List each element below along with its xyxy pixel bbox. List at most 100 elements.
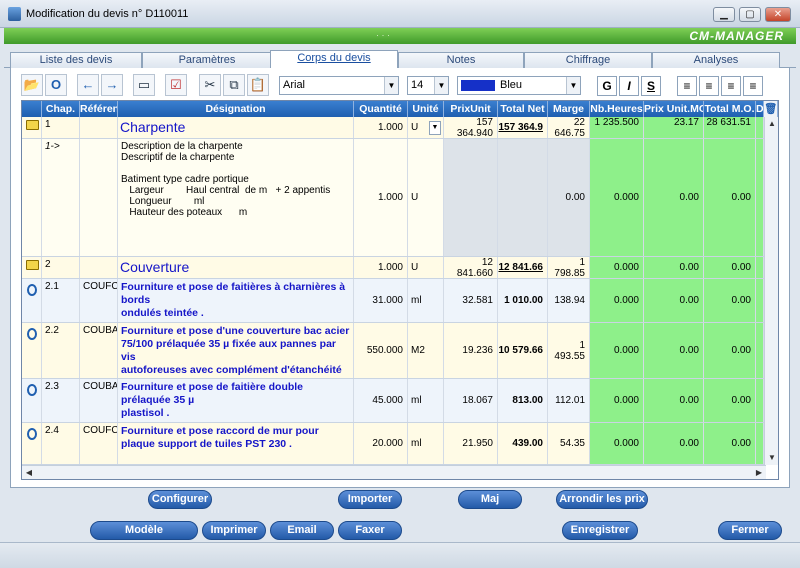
window-icon[interactable]: ▭	[133, 74, 155, 96]
unite-cell[interactable]: U ▼	[408, 117, 444, 138]
scroll-up-icon[interactable]: ▲	[765, 117, 778, 131]
totalmo-cell: 28 631.51	[704, 117, 756, 138]
designation-cell[interactable]: Fourniture et pose de faitières à charni…	[118, 279, 354, 322]
designation-cell[interactable]: Fourniture et pose d'une couverture bac …	[118, 323, 354, 378]
align-right-icon[interactable]: ≡	[721, 76, 741, 96]
totalnet-cell: 10 579.66	[498, 323, 548, 378]
totalmo-cell: 0.00	[704, 279, 756, 322]
align-left-icon[interactable]: ≡	[677, 76, 697, 96]
paste-icon[interactable]: 📋	[247, 74, 269, 96]
tab-analyses[interactable]: Analyses	[652, 52, 780, 68]
align-justify-icon[interactable]: ≡	[743, 76, 763, 96]
align-center-icon[interactable]: ≡	[699, 76, 719, 96]
designation-cell[interactable]: Couverture	[118, 257, 354, 278]
faxer-button[interactable]: Faxer	[338, 521, 402, 540]
fermer-button[interactable]: Fermer	[718, 521, 782, 540]
table-row[interactable]: 1-> Description de la charpente Descripti…	[22, 139, 764, 257]
open-folder-icon[interactable]: 📂	[21, 74, 43, 96]
modele-impression-button[interactable]: Modèle d'impression	[90, 521, 198, 553]
horizontal-scrollbar[interactable]: ◀ ▶	[22, 465, 766, 479]
item-line: Fourniture et pose de faitières à charni…	[121, 281, 346, 306]
desc-line	[121, 163, 350, 174]
col-header-ref[interactable]: Référen	[80, 101, 118, 117]
col-header-prixunitmo[interactable]: Prix Unit.MO	[644, 101, 704, 117]
chevron-down-icon[interactable]: ▼	[429, 121, 441, 135]
close-window-button[interactable]: ✕	[765, 7, 791, 22]
maj-button[interactable]: Maj	[458, 490, 522, 509]
item-line: prélaquée 35 µ	[121, 394, 195, 406]
table-row[interactable]: 2.1 COUFCF Fourniture et pose de faitièr…	[22, 279, 764, 323]
chap-cell: 2.1	[42, 279, 80, 322]
window-title: Modification du devis n° D110011	[26, 8, 189, 20]
italic-button[interactable]: I	[619, 76, 639, 96]
col-header-totalmo[interactable]: Total M.O.	[704, 101, 756, 117]
check-icon[interactable]: ☑	[165, 74, 187, 96]
tab-liste-des-devis[interactable]: Liste des devis	[10, 52, 142, 68]
d-cell	[756, 117, 764, 138]
color-select[interactable]: Bleu ▼	[457, 76, 581, 95]
indent-icon[interactable]: →	[101, 74, 123, 96]
col-header-designation[interactable]: Désignation	[118, 101, 354, 117]
designation-cell[interactable]: Fourniture et pose de faitière double pré…	[118, 379, 354, 422]
tab-notes[interactable]: Notes	[398, 52, 524, 68]
arrondir-prix-button[interactable]: Arrondir les prix	[556, 490, 648, 509]
strike-button[interactable]: S	[641, 76, 661, 96]
vertical-scrollbar[interactable]: ▲ ▼	[764, 117, 778, 465]
configurer-button[interactable]: Configurer	[148, 490, 212, 509]
maximize-button[interactable]: ▢	[739, 7, 761, 22]
font-name-select[interactable]: Arial ▼	[279, 76, 399, 95]
cut-icon[interactable]: ✂	[199, 74, 221, 96]
col-header-unite[interactable]: Unité	[408, 101, 444, 117]
table-row[interactable]: 1 Charpente 1.000 U ▼ 157 364.940 157 36…	[22, 117, 764, 139]
item-circle-icon[interactable]: O	[45, 74, 67, 96]
col-header-quantite[interactable]: Quantité	[354, 101, 408, 117]
copy-icon[interactable]: ⧉	[223, 74, 245, 96]
outdent-icon[interactable]: ←	[77, 74, 99, 96]
marge-cell: 0.00	[548, 139, 590, 256]
totalmo-cell: 0.00	[704, 379, 756, 422]
tab-parametres[interactable]: Paramètres	[142, 52, 272, 68]
tab-chiffrage[interactable]: Chiffrage	[524, 52, 652, 68]
chevron-down-icon: ▼	[566, 77, 580, 94]
d-cell	[756, 257, 764, 278]
table-row[interactable]: 2.3 COUBAF Fourniture et pose de faitièr…	[22, 379, 764, 423]
designation-cell[interactable]: Charpente	[118, 117, 354, 138]
designation-cell[interactable]: Fourniture et pose raccord de mur pour pl…	[118, 423, 354, 464]
scroll-right-icon[interactable]: ▶	[752, 466, 766, 479]
col-header-nbheures[interactable]: Nb.Heures	[590, 101, 644, 117]
scroll-left-icon[interactable]: ◀	[22, 466, 36, 479]
col-header-chap[interactable]: Chap.	[42, 101, 80, 117]
nbheures-cell: 0.000	[590, 139, 644, 256]
scroll-down-icon[interactable]: ▼	[765, 451, 778, 465]
bold-button[interactable]: G	[597, 76, 617, 96]
table-row[interactable]: 2 Couverture 1.000 U 12 841.660 12 841.6…	[22, 257, 764, 279]
totalmo-cell: 0.00	[704, 423, 756, 464]
nbheures-cell: 0.000	[590, 279, 644, 322]
d-cell	[756, 279, 764, 322]
unite-cell: ml	[408, 279, 444, 322]
designation-cell[interactable]: Description de la charpente Descriptif de…	[118, 139, 354, 256]
enregistrer-button[interactable]: Enregistrer	[562, 521, 638, 540]
minimize-button[interactable]: ▁	[713, 7, 735, 22]
unite-cell: ml	[408, 423, 444, 464]
chap-cell: 2.4	[42, 423, 80, 464]
window-titlebar: Modification du devis n° D110011 ▁ ▢ ✕	[0, 0, 800, 28]
col-header-prixunit[interactable]: PrixUnit	[444, 101, 498, 117]
table-row[interactable]: 2.2 COUBA7 Fourniture et pose d'une couv…	[22, 323, 764, 379]
importer-button[interactable]: Importer	[338, 490, 402, 509]
font-size-select[interactable]: 14 ▼	[407, 76, 449, 95]
item-line: Fourniture et pose de faitière double	[121, 381, 304, 393]
tab-corps-du-devis[interactable]: Corps du devis	[270, 50, 398, 69]
folder-icon	[22, 117, 42, 138]
nbheures-cell: 0.000	[590, 257, 644, 278]
prixunitmo-cell: 0.00	[644, 257, 704, 278]
col-header-totalnet[interactable]: Total Net	[498, 101, 548, 117]
email-button[interactable]: Email	[270, 521, 334, 540]
col-header-marge[interactable]: Marge	[548, 101, 590, 117]
imprimer-button[interactable]: Imprimer	[202, 521, 266, 540]
totalnet-cell: 439.00	[498, 423, 548, 464]
delete-column-icon[interactable]: 🗑	[764, 101, 778, 117]
quantite-cell: 1.000	[354, 257, 408, 278]
col-header-d[interactable]: D	[756, 101, 764, 117]
table-row[interactable]: 2.4 COUFCR Fourniture et pose raccord de…	[22, 423, 764, 465]
